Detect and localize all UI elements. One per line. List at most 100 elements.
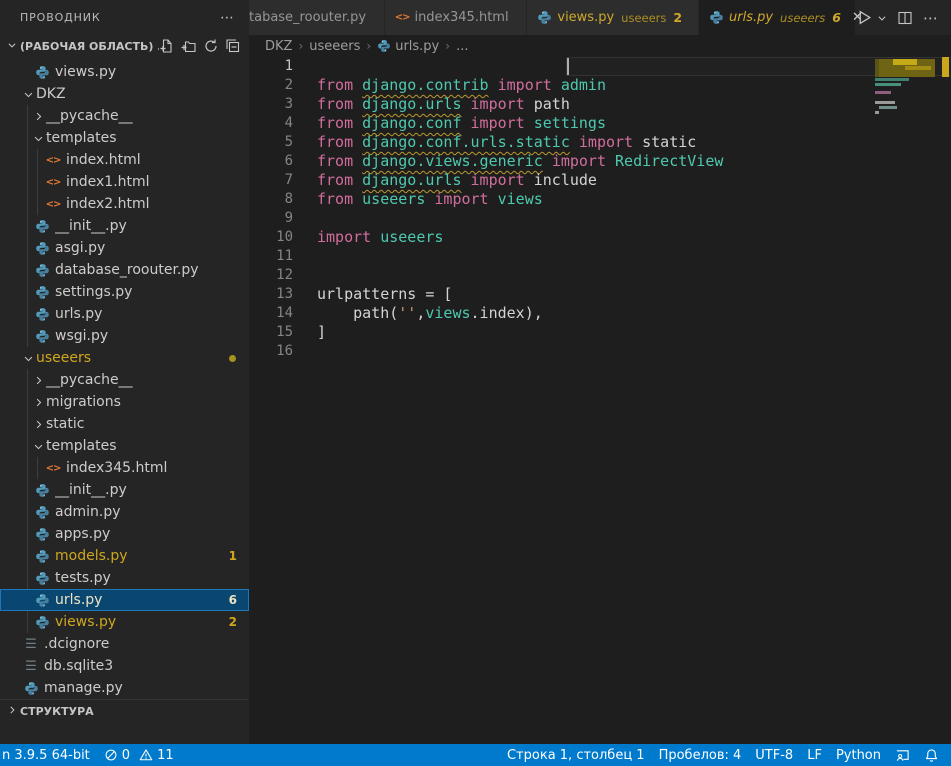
html-file-icon: <> [46,199,61,210]
tab-description: useeers [780,11,825,25]
breadcrumb-separator-icon: › [366,39,371,53]
status-item-python[interactable]: Python [829,744,888,766]
line-number: 16 [249,342,293,361]
code-line-10: 10import useeers [249,228,875,247]
tree-item-settings.py[interactable]: settings.py [0,281,249,303]
workspace-section-header[interactable]: (РАБОЧАЯ ОБЛАСТЬ) ... [0,35,249,57]
refresh-icon[interactable] [203,38,219,54]
tree-item-urls.py[interactable]: urls.py6 [0,589,249,611]
tree-item-label: apps.py [55,526,110,542]
code-line-8: 8from useeers import views [249,190,875,209]
tree-item-useeers[interactable]: useeers [0,347,249,369]
minimap[interactable] [875,57,939,177]
python-file-icon [35,65,50,80]
split-editor-button[interactable] [897,10,913,26]
tree-item-DKZ[interactable]: DKZ [0,83,249,105]
tree-item-views.py[interactable]: views.py2 [0,611,249,633]
tree-item-index1.html[interactable]: <>index1.html [0,171,249,193]
html-file-icon: <> [46,155,61,166]
tree-item-wsgi.py[interactable]: wsgi.py [0,325,249,347]
tree-item-label: settings.py [55,284,132,300]
code-line-7: 7from django.urls import include [249,171,875,190]
tree-item-manage.py[interactable]: manage.py [0,677,249,699]
tree-item-urls.py[interactable]: urls.py [0,303,249,325]
tab-label: tabase_roouter.py [249,10,366,25]
feedback-icon[interactable] [888,744,917,766]
status-item-lf[interactable]: LF [800,744,829,766]
line-number: 5 [249,133,293,152]
editor-actions: ⋯ [856,0,951,35]
tree-item-label: templates [46,438,117,454]
tree-item-migrations[interactable]: migrations [0,391,249,413]
tab-tabase_roouter.py[interactable]: tabase_roouter.py [249,0,385,35]
tab-views.py[interactable]: views.pyuseeers2 [527,0,699,35]
tab-label: views.py [557,10,614,25]
more-actions-icon[interactable]: ⋯ [923,9,939,27]
file-tree: views.pyDKZ__pycache__templates<>index.h… [0,61,249,699]
python-file-icon [35,527,50,542]
chevron-right-icon [33,419,44,430]
breadcrumb: DKZ›useeers›urls.py›... [249,35,951,57]
run-python-file-button[interactable] [856,9,873,26]
warning-marker [942,57,949,77]
tree-item-__init__.py[interactable]: __init__.py [0,215,249,237]
tree-item-admin.py[interactable]: admin.py [0,501,249,523]
tree-item-__pycache__[interactable]: __pycache__ [0,105,249,127]
tree-item-views.py[interactable]: views.py [0,61,249,83]
breadcrumb-item-...[interactable]: ... [456,39,468,54]
new-folder-icon[interactable] [181,38,197,54]
code-line-12: 12 [249,266,875,285]
status-item--1-1[interactable]: Строка 1, столбец 1 [500,744,652,766]
tree-item-templates[interactable]: templates [0,127,249,149]
python-interpreter-status[interactable]: n 3.9.5 64-bit [0,744,97,766]
status-item--4[interactable]: Пробелов: 4 [652,744,749,766]
python-file-icon [377,39,391,53]
breadcrumb-item-urls.py[interactable]: urls.py [377,39,439,54]
tab-label: index345.html [414,10,508,25]
chevron-right-icon [33,397,44,408]
line-number: 13 [249,285,293,304]
tree-item-.dcignore[interactable]: ☰.dcignore [0,633,249,655]
tree-item-label: urls.py [55,592,102,608]
line-number: 6 [249,152,293,171]
tree-item-index2.html[interactable]: <>index2.html [0,193,249,215]
tree-item-__init__.py[interactable]: __init__.py [0,479,249,501]
explorer-sidebar: ПРОВОДНИК ⋯ (РАБОЧАЯ ОБЛАСТЬ) ... views.… [0,0,249,744]
notifications-bell-icon[interactable] [917,744,951,766]
status-item-utf-8[interactable]: UTF-8 [748,744,800,766]
tree-item-models.py[interactable]: models.py1 [0,545,249,567]
line-number: 8 [249,190,293,209]
tree-item-__pycache__[interactable]: __pycache__ [0,369,249,391]
code-editor[interactable]: 12from django.contrib import admin3from … [249,57,875,361]
code-text: path('',views.index), [293,304,543,323]
tab-urls.py[interactable]: urls.pyuseeers6✕ [699,0,856,35]
tree-item-asgi.py[interactable]: asgi.py [0,237,249,259]
tree-item-static[interactable]: static [0,413,249,435]
new-file-icon[interactable] [159,38,175,54]
python-file-icon [537,10,552,25]
explorer-more-actions-icon[interactable]: ⋯ [220,10,235,26]
problems-status[interactable]: 0 11 [97,744,181,766]
breadcrumb-item-DKZ[interactable]: DKZ [265,39,292,54]
breadcrumb-item-label: urls.py [395,39,439,54]
tree-item-index.html[interactable]: <>index.html [0,149,249,171]
tree-item-label: templates [46,130,117,146]
tree-item-db.sqlite3[interactable]: ☰db.sqlite3 [0,655,249,677]
overview-ruler[interactable] [939,35,951,744]
tree-item-label: database_roouter.py [55,262,199,278]
tab-index345.html[interactable]: <>index345.html [385,0,528,35]
outline-section-header[interactable]: СТРУКТУРА [0,699,253,722]
tree-item-tests.py[interactable]: tests.py [0,567,249,589]
status-right-items: Строка 1, столбец 1Пробелов: 4UTF-8LFPyt… [500,744,888,766]
run-dropdown-icon[interactable] [877,13,887,23]
tree-item-templates[interactable]: templates [0,435,249,457]
explorer-toolbar [159,38,241,54]
html-file-icon: <> [46,463,61,474]
tree-item-database_roouter.py[interactable]: database_roouter.py [0,259,249,281]
code-line-16: 16 [249,342,875,361]
tree-item-index345.html[interactable]: <>index345.html [0,457,249,479]
collapse-all-icon[interactable] [225,38,241,54]
tree-item-apps.py[interactable]: apps.py [0,523,249,545]
python-file-icon [35,615,50,630]
breadcrumb-item-useeers[interactable]: useeers [309,39,360,54]
